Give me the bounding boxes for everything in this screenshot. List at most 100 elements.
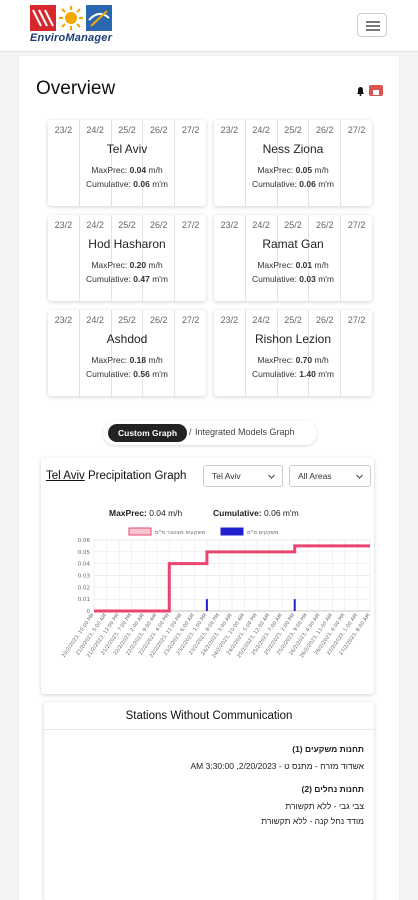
maxprec-value: 0.18 (129, 355, 147, 365)
date-label: 25/2 (118, 220, 136, 230)
graph-type-toggle: Custom Graph / Integrated Models Graph (103, 421, 317, 445)
graph-maxprec-value: 0.04 m/h (149, 508, 183, 518)
chevron-down-icon (268, 474, 275, 479)
precipitation-graph-card: Tel Aviv Precipitation Graph Tel Aviv Al… (41, 458, 374, 694)
cumulative-label: Cumulative: (86, 274, 131, 284)
station-card[interactable]: 23/2 24/2 25/2 26/2 27/2 Ramat Gan MaxPrec: 0.… (214, 215, 372, 301)
date-label: 26/2 (150, 315, 168, 325)
station-maxprec: MaxPrec: 0.70 m/h (214, 355, 372, 365)
station-cumulative: Cumulative: 0.06 m'm (48, 179, 206, 189)
cumulative-value: 0.47 (133, 274, 150, 284)
graph-title-rest: Precipitation Graph (87, 470, 187, 482)
station-card[interactable]: 23/2 24/2 25/2 26/2 27/2 Hod Hasharon MaxPrec:… (48, 215, 206, 301)
bar (205, 599, 208, 611)
cumulative-value: 1.40 (299, 369, 316, 379)
date-label: 24/2 (86, 315, 104, 325)
maxprec-value: 0.04 (129, 165, 147, 175)
graph-title-city[interactable]: Tel Aviv (46, 470, 85, 482)
custom-graph-tab[interactable]: Custom Graph (108, 424, 187, 442)
maxprec-label: MaxPrec: (257, 165, 294, 175)
date-label: 23/2 (54, 315, 73, 325)
y-tick-label: 0.03 (78, 574, 91, 580)
hamburger-line (366, 29, 380, 31)
date-label: 25/2 (118, 315, 136, 325)
date-column: 26/2 (143, 310, 176, 396)
cumulative-unit: m'm (152, 369, 168, 379)
date-column: 23/2 (214, 215, 246, 301)
date-column: 24/2 (80, 120, 112, 206)
alert-badge-icon[interactable] (369, 85, 383, 96)
maxprec-unit: m/h (148, 260, 163, 270)
date-label: 26/2 (150, 125, 168, 135)
date-column: 25/2 (112, 120, 144, 206)
station-maxprec: MaxPrec: 0.04 m/h (48, 165, 206, 175)
date-columns: 23/2 24/2 25/2 26/2 27/2 (48, 120, 206, 206)
date-column: 25/2 (112, 310, 144, 396)
date-label: 24/2 (86, 220, 104, 230)
station-card[interactable]: 23/2 24/2 25/2 26/2 27/2 Tel Aviv MaxPrec: 0.0… (48, 120, 206, 206)
maxprec-label: MaxPrec: (257, 260, 294, 270)
cumulative-unit: m'm (318, 274, 334, 284)
station-select[interactable]: Tel Aviv (203, 465, 283, 487)
maxprec-unit: m/h (314, 355, 329, 365)
maxprec-unit: m/h (314, 165, 329, 175)
precipitation-chart: משקעים מצטבר מ"מ משקעים מ"מ00.010.020.030… (61, 527, 372, 659)
station-maxprec: MaxPrec: 0.18 m/h (48, 355, 206, 365)
logo-icons (30, 5, 130, 31)
stream-station-item: צבי גבי - ללא תקשורת (285, 801, 364, 811)
date-column: 24/2 (246, 310, 278, 396)
date-column: 25/2 (112, 215, 144, 301)
enviromanager-logo[interactable]: EnviroManager (30, 5, 130, 47)
date-label: 27/2 (181, 125, 200, 135)
cumulative-label: Cumulative: (252, 179, 297, 189)
date-label: 27/2 (347, 315, 366, 325)
hamburger-icon (366, 21, 380, 23)
station-cumulative: Cumulative: 1.40 m'm (214, 369, 372, 379)
integrated-models-graph-tab[interactable]: Integrated Models Graph (195, 427, 295, 437)
maxprec-unit: m/h (314, 260, 329, 270)
date-label: 24/2 (252, 125, 270, 135)
station-select-value: Tel Aviv (212, 471, 241, 481)
date-label: 27/2 (181, 315, 200, 325)
date-label: 23/2 (54, 125, 73, 135)
station-card[interactable]: 23/2 24/2 25/2 26/2 27/2 Ashdod MaxPrec: 0.18 … (48, 310, 206, 396)
stations-without-communication-card: Stations Without Communication תחנות משק… (44, 702, 374, 900)
maxprec-label: MaxPrec: (91, 165, 128, 175)
maxprec-label: MaxPrec: (91, 260, 128, 270)
graph-cumulative-label: Cumulative: (213, 508, 262, 518)
maxprec-value: 0.05 (295, 165, 313, 175)
menu-button[interactable] (357, 13, 387, 37)
date-column: 26/2 (309, 215, 342, 301)
cumulative-value: 0.56 (133, 369, 150, 379)
area-select-value: All Areas (298, 471, 332, 481)
logo-text: EnviroManager (30, 32, 113, 44)
cumulative-label: Cumulative: (86, 179, 131, 189)
date-column: 27/2 (175, 120, 206, 206)
date-label: 26/2 (316, 315, 334, 325)
page-title: Overview (36, 78, 116, 99)
date-label: 25/2 (284, 220, 302, 230)
date-columns: 23/2 24/2 25/2 26/2 27/2 (214, 310, 372, 396)
date-label: 25/2 (284, 125, 302, 135)
date-columns: 23/2 24/2 25/2 26/2 27/2 (48, 310, 206, 396)
bell-icon[interactable] (356, 86, 365, 96)
maxprec-value: 0.20 (129, 260, 147, 270)
graph-cumulative-value: 0.06 m'm (264, 508, 299, 518)
rain-stations-header: תחנות משקעים (1) (292, 744, 364, 754)
cumulative-unit: m'm (152, 179, 168, 189)
station-card[interactable]: 23/2 24/2 25/2 26/2 27/2 Ness Ziona MaxPrec: 0… (214, 120, 372, 206)
maxprec-value: 0.70 (295, 355, 313, 365)
legend-swatch (220, 527, 244, 536)
station-cumulative: Cumulative: 0.03 m'm (214, 274, 372, 284)
station-card[interactable]: 23/2 24/2 25/2 26/2 27/2 Rishon Lezion MaxPrec… (214, 310, 372, 396)
date-label: 26/2 (316, 125, 334, 135)
graph-maxprec-label: MaxPrec: (109, 508, 147, 518)
rain-logo-icon (30, 5, 56, 31)
cumulative-value: 0.06 (299, 179, 316, 189)
cumulative-label: Cumulative: (252, 369, 297, 379)
station-maxprec: MaxPrec: 0.20 m/h (48, 260, 206, 270)
area-select[interactable]: All Areas (289, 465, 371, 487)
station-maxprec: MaxPrec: 0.01 m/h (214, 260, 372, 270)
date-label: 25/2 (118, 125, 136, 135)
wind-logo-icon (86, 5, 112, 31)
